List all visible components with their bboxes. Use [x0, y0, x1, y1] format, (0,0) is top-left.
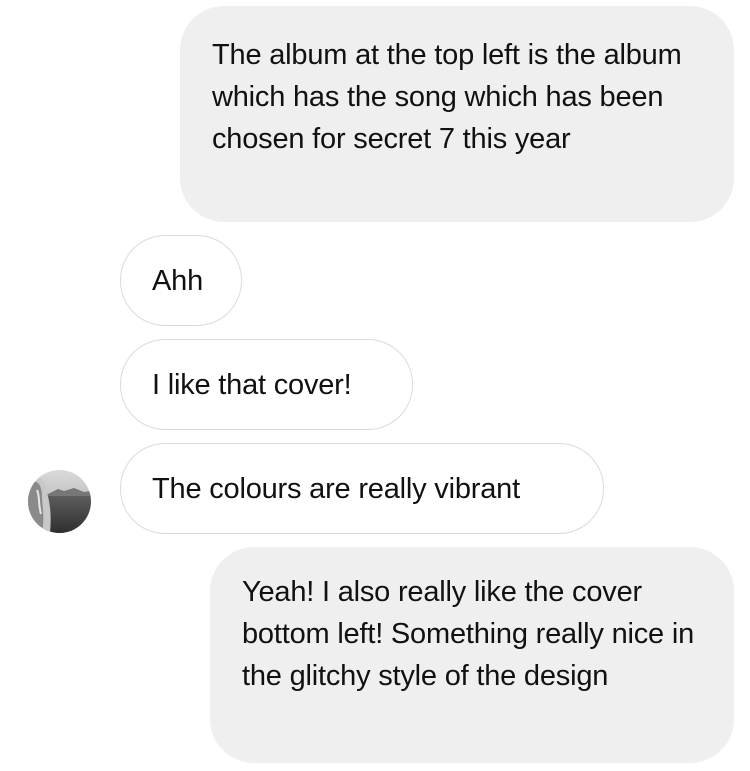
message-bubble-outgoing[interactable]: Yeah! I also really like the cover botto… [210, 547, 734, 763]
message-bubble-incoming[interactable]: Ahh [120, 235, 242, 326]
message-bubble-incoming[interactable]: I like that cover! [120, 339, 413, 430]
message-bubble-incoming[interactable]: The colours are really vibrant [120, 443, 604, 534]
message-bubble-outgoing[interactable]: The album at the top left is the album w… [180, 6, 734, 222]
message-text: The colours are really vibrant [152, 472, 520, 505]
message-text: Yeah! I also really like the cover botto… [242, 576, 694, 692]
message-text: Ahh [152, 264, 203, 297]
message-text: The album at the top left is the album w… [212, 39, 682, 155]
avatar-photo-icon [28, 470, 91, 533]
message-text: I like that cover! [152, 368, 352, 401]
sender-avatar[interactable] [28, 470, 91, 533]
